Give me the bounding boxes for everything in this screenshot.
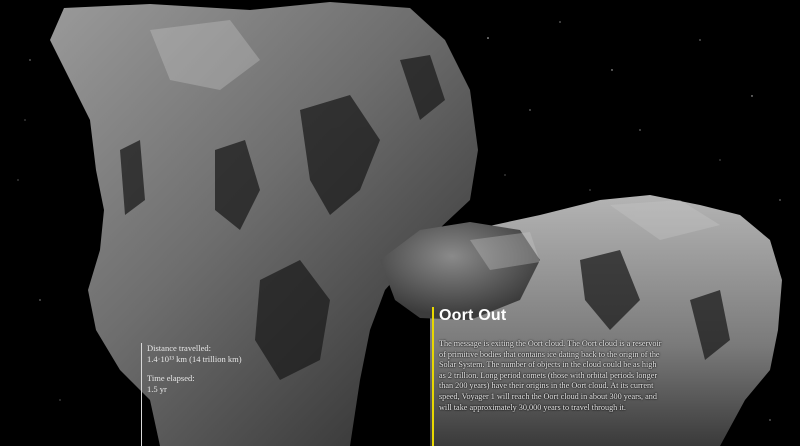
story-panel: Oort Out The message is exiting the Oort…	[432, 307, 662, 446]
story-title: Oort Out	[439, 307, 507, 324]
story-body: The message is exiting the Oort cloud. T…	[439, 339, 662, 412]
distance-value: 1.4·10¹³ km (14 trillion km)	[147, 354, 242, 364]
time-elapsed-label: Time elapsed:	[147, 373, 195, 383]
distance-label: Distance travelled:	[147, 343, 211, 353]
time-elapsed-value: 1.5 yr	[147, 384, 167, 394]
comet-background-image	[0, 0, 800, 446]
journey-stats-panel: Distance travelled: 1.4·10¹³ km (14 tril…	[141, 343, 271, 446]
